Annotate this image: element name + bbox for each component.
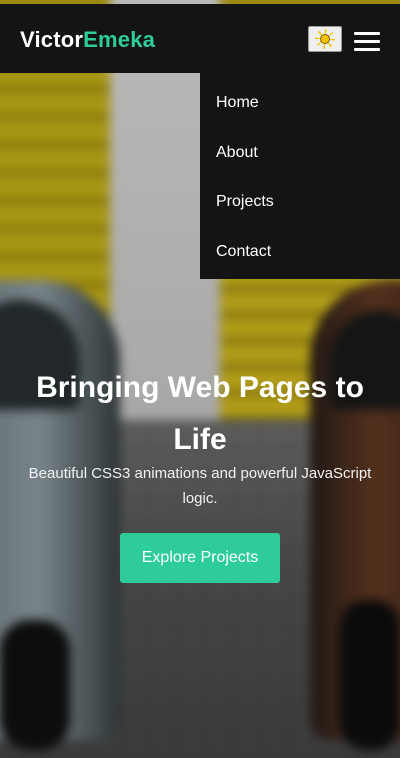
menu-item-projects[interactable]: Projects — [216, 193, 274, 211]
hero-title: Bringing Web Pages to Life — [36, 371, 364, 456]
hamburger-menu-icon[interactable] — [354, 32, 380, 52]
menu-item-home[interactable]: Home — [216, 94, 259, 112]
nav-dropdown-menu: Home About Projects Contact — [200, 73, 400, 279]
theme-toggle-button[interactable] — [308, 26, 342, 52]
menu-item-about[interactable]: About — [216, 144, 258, 162]
sun-icon — [315, 29, 335, 49]
navbar: VictorEmeka — [0, 4, 400, 73]
logo-first-name: Victor — [20, 27, 84, 52]
logo-last-name: Emeka — [83, 27, 156, 52]
hero-subtitle: Beautiful CSS3 animations and powerful J… — [28, 465, 372, 507]
menu-item-contact[interactable]: Contact — [216, 243, 271, 261]
site-logo[interactable]: VictorEmeka — [20, 27, 155, 53]
explore-projects-button[interactable]: Explore Projects — [120, 533, 280, 583]
